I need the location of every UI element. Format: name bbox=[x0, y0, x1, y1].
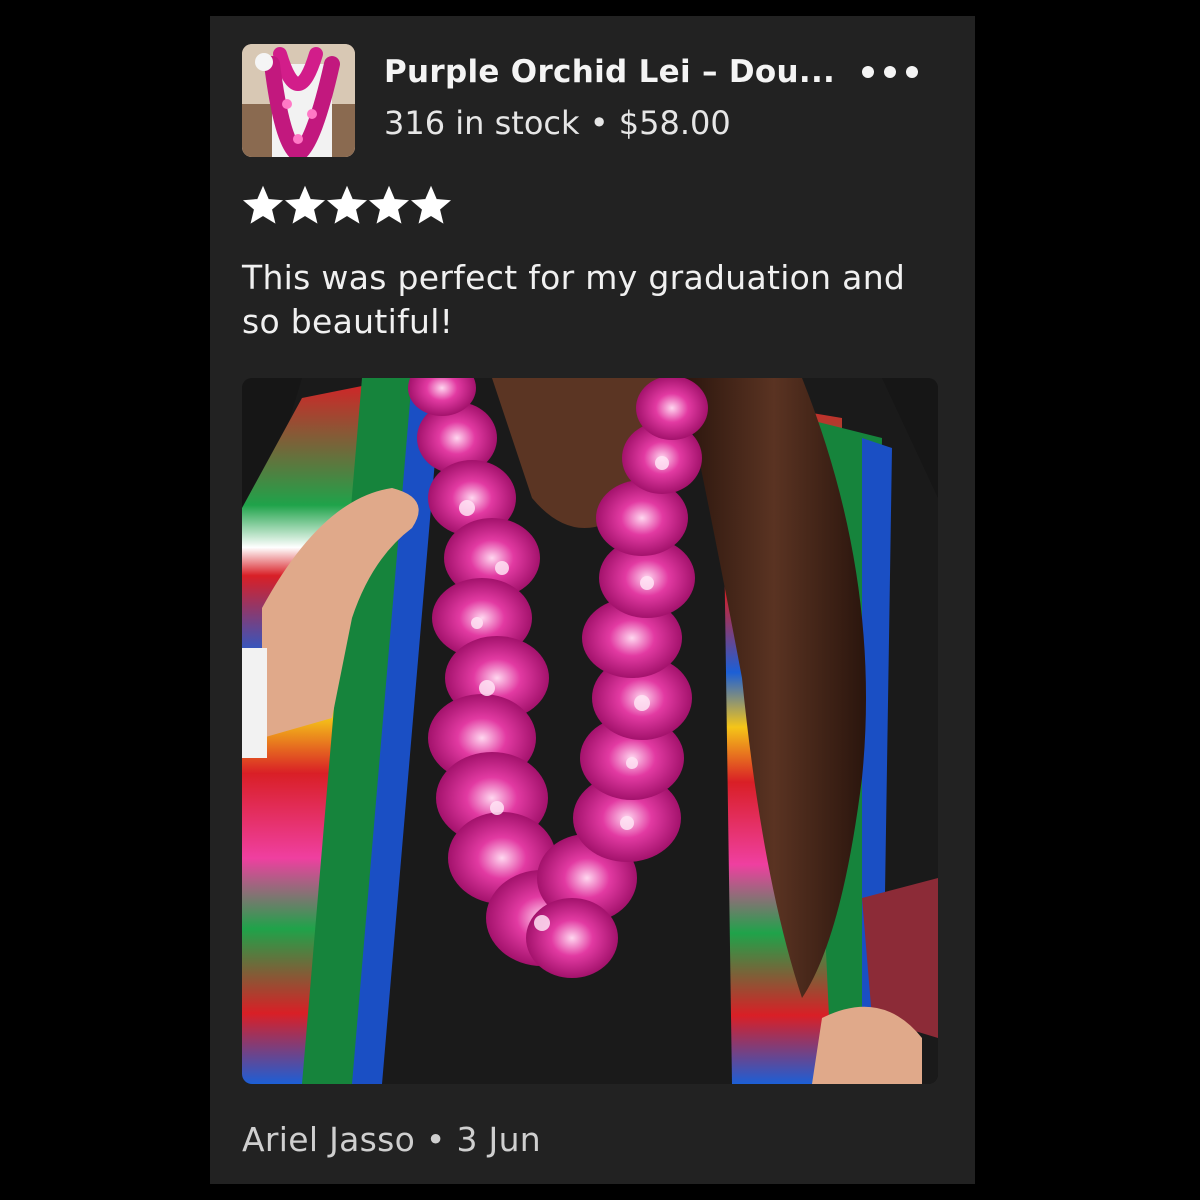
star-rating bbox=[242, 184, 452, 226]
more-horizontal-icon bbox=[862, 66, 874, 78]
review-photo[interactable] bbox=[242, 378, 938, 1084]
more-horizontal-icon bbox=[884, 66, 896, 78]
review-card: Purple Orchid Lei – Dou... 316 in stock … bbox=[210, 16, 975, 1184]
product-title[interactable]: Purple Orchid Lei – Dou... bbox=[384, 54, 844, 90]
product-thumbnail[interactable] bbox=[242, 44, 355, 157]
review-photo-image bbox=[242, 378, 938, 1084]
product-thumbnail-image bbox=[242, 44, 355, 157]
more-options-button[interactable] bbox=[862, 62, 918, 82]
review-author-date[interactable]: Ariel Jasso • 3 Jun bbox=[242, 1120, 541, 1159]
star-icon bbox=[242, 185, 284, 224]
star-icon bbox=[326, 185, 368, 224]
product-stock-price: 316 in stock • $58.00 bbox=[384, 104, 731, 142]
review-text: This was perfect for my graduation and s… bbox=[242, 258, 906, 341]
star-icon bbox=[410, 185, 452, 224]
star-icon bbox=[368, 185, 410, 224]
more-horizontal-icon bbox=[906, 66, 918, 78]
star-icon bbox=[284, 185, 326, 224]
